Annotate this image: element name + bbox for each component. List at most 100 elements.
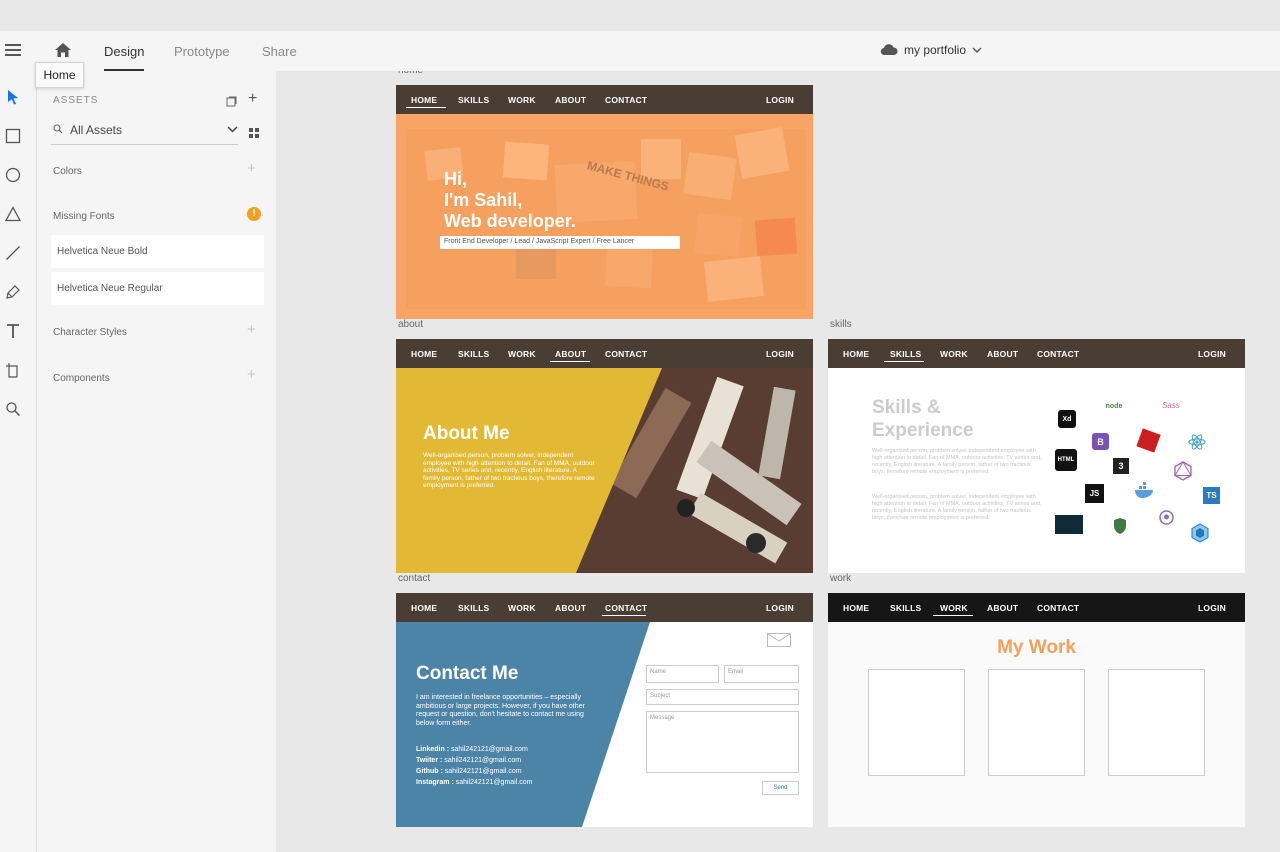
skills-heading-line1: Skills & bbox=[872, 397, 941, 418]
nav-active-underline bbox=[550, 361, 590, 362]
font-name: Helvetica Neue Regular bbox=[57, 283, 163, 294]
subject-input: Subject bbox=[646, 689, 799, 705]
font-name: Helvetica Neue Bold bbox=[57, 246, 148, 257]
tab-share[interactable]: Share bbox=[262, 44, 297, 59]
nav-contact: CONTACT bbox=[1037, 349, 1080, 359]
css-logo-icon: 3 bbox=[1113, 458, 1129, 474]
nav-login: LOGIN bbox=[766, 349, 794, 359]
artboard-contact[interactable]: HOME SKILLS WORK ABOUT CONTACT LOGIN Con… bbox=[396, 593, 813, 827]
text-tool-icon[interactable] bbox=[4, 322, 22, 340]
assets-filter-dropdown[interactable]: All Assets bbox=[51, 115, 238, 145]
polygon-tool-icon[interactable] bbox=[4, 205, 22, 223]
tab-prototype[interactable]: Prototype bbox=[174, 44, 230, 59]
document-title-dropdown[interactable]: my portfolio bbox=[880, 43, 982, 57]
artboard-about[interactable]: HOME SKILLS WORK ABOUT CONTACT LOGIN Abo… bbox=[396, 339, 813, 573]
search-icon bbox=[53, 124, 63, 134]
hero-name: I'm Sahil, bbox=[444, 190, 523, 210]
graphql-logo-icon bbox=[1173, 461, 1193, 481]
title-bar bbox=[0, 0, 1280, 31]
assets-filter-value: All Assets bbox=[70, 123, 123, 137]
nav-home: HOME bbox=[411, 349, 438, 359]
nav-work: WORK bbox=[940, 349, 968, 359]
ruby-gem-icon bbox=[1136, 428, 1161, 453]
artboard-label-contact[interactable]: contact bbox=[398, 573, 430, 584]
grid-view-icon[interactable] bbox=[249, 125, 259, 138]
name-input: Name bbox=[646, 665, 719, 683]
hero-heading: Hi, I'm Sahil, Web developer. bbox=[444, 169, 576, 232]
hero-tagline: Front End Developer / Lead / JavaScript … bbox=[440, 236, 680, 249]
sass-logo-icon: Sass bbox=[1162, 400, 1180, 410]
add-component-plus-icon[interactable]: + bbox=[247, 366, 256, 383]
nav-bar: HOME SKILLS WORK ABOUT CONTACT LOGIN bbox=[396, 339, 813, 368]
artboard-label-work[interactable]: work bbox=[830, 573, 851, 584]
artboard-home[interactable]: HOME SKILLS WORK ABOUT CONTACT LOGIN MAK… bbox=[396, 85, 813, 319]
skills-paragraph: Well-organised person, problem solver, i… bbox=[872, 494, 1042, 521]
nav-active-underline bbox=[602, 615, 646, 616]
nav-about: ABOUT bbox=[555, 603, 587, 613]
nav-about: ABOUT bbox=[555, 349, 587, 359]
bootstrap-logo-icon: B bbox=[1092, 433, 1109, 450]
nav-skills: SKILLS bbox=[458, 95, 490, 105]
chevron-down-icon bbox=[227, 126, 238, 133]
missing-fonts-section-label: Missing Fonts bbox=[53, 211, 115, 222]
artboard-label-about[interactable]: about bbox=[398, 319, 423, 330]
design-canvas[interactable]: home HOME SKILLS WORK ABOUT CONTACT LOGI… bbox=[276, 71, 1280, 852]
artboard-tool-icon[interactable] bbox=[4, 361, 22, 379]
nav-active-underline bbox=[884, 361, 924, 362]
library-icon[interactable] bbox=[226, 94, 237, 107]
vue-shield-icon bbox=[1113, 517, 1127, 535]
missing-font-card[interactable]: Helvetica Neue Bold bbox=[51, 235, 264, 268]
nav-work: WORK bbox=[508, 95, 536, 105]
envelope-icon bbox=[767, 633, 791, 647]
nav-about: ABOUT bbox=[987, 349, 1019, 359]
send-button: Send bbox=[762, 781, 799, 795]
nav-about: ABOUT bbox=[555, 95, 587, 105]
artboard-work[interactable]: HOME SKILLS WORK ABOUT CONTACT LOGIN My … bbox=[828, 593, 1245, 827]
home-icon[interactable] bbox=[54, 42, 72, 58]
pen-tool-icon[interactable] bbox=[4, 283, 22, 301]
select-tool-icon[interactable] bbox=[4, 88, 22, 106]
contact-body: I am interested in freelance opportuniti… bbox=[416, 694, 585, 727]
about-body: Well-organised person, problem solver, i… bbox=[423, 452, 595, 489]
document-title: my portfolio bbox=[904, 43, 967, 57]
docker-logo-icon bbox=[1134, 481, 1156, 499]
webpack-logo-icon bbox=[1190, 523, 1210, 543]
tab-design[interactable]: Design bbox=[104, 44, 144, 59]
nav-login: LOGIN bbox=[766, 603, 794, 613]
add-asset-plus-icon[interactable]: + bbox=[248, 91, 257, 107]
artboard-label-skills[interactable]: skills bbox=[830, 319, 852, 330]
nav-bar: HOME SKILLS WORK ABOUT CONTACT LOGIN bbox=[396, 85, 813, 114]
message-input: Message bbox=[646, 711, 799, 773]
rectangle-tool-icon[interactable] bbox=[4, 127, 22, 145]
add-color-plus-icon[interactable]: + bbox=[247, 160, 256, 177]
skills-heading: Skills & Experience bbox=[872, 396, 973, 442]
line-tool-icon[interactable] bbox=[4, 244, 22, 262]
contact-link-github: Github : sahil242121@gmail.com bbox=[416, 768, 522, 775]
nav-work: WORK bbox=[508, 349, 536, 359]
contact-links: Linkedin : sahil242121@gmail.com Twiiter… bbox=[416, 742, 586, 786]
zoom-tool-icon[interactable] bbox=[4, 400, 22, 418]
warning-icon[interactable]: ! bbox=[247, 207, 261, 221]
nav-home: HOME bbox=[411, 603, 438, 613]
nav-about: ABOUT bbox=[987, 603, 1019, 613]
contact-link-instagram: Instagram : sahil242121@gmail.com bbox=[416, 779, 533, 786]
nav-login: LOGIN bbox=[766, 95, 794, 105]
nav-home: HOME bbox=[843, 349, 870, 359]
app-window: Design Prototype Share my portfolio Home… bbox=[0, 0, 1280, 852]
ellipse-tool-icon[interactable] bbox=[4, 166, 22, 184]
colors-section-label: Colors bbox=[53, 166, 82, 177]
artboard-label-home[interactable]: home bbox=[398, 71, 423, 76]
missing-font-card[interactable]: Helvetica Neue Regular bbox=[51, 272, 264, 305]
hamburger-menu-icon[interactable] bbox=[5, 44, 21, 57]
assets-panel: ASSETS + All Assets Colors + Missing Fon… bbox=[37, 71, 276, 852]
add-character-style-plus-icon[interactable]: + bbox=[247, 321, 256, 338]
nav-contact: CONTACT bbox=[605, 349, 648, 359]
nav-home: HOME bbox=[411, 95, 438, 105]
about-heading: About Me bbox=[423, 423, 510, 444]
nav-bar: HOME SKILLS WORK ABOUT CONTACT LOGIN bbox=[828, 593, 1245, 622]
artboard-skills[interactable]: HOME SKILLS WORK ABOUT CONTACT LOGIN Ski… bbox=[828, 339, 1245, 573]
work-card bbox=[1108, 669, 1205, 776]
character-styles-section-label: Character Styles bbox=[53, 327, 127, 338]
node-logo-icon: node bbox=[1105, 402, 1123, 410]
nav-active-underline bbox=[406, 107, 446, 108]
